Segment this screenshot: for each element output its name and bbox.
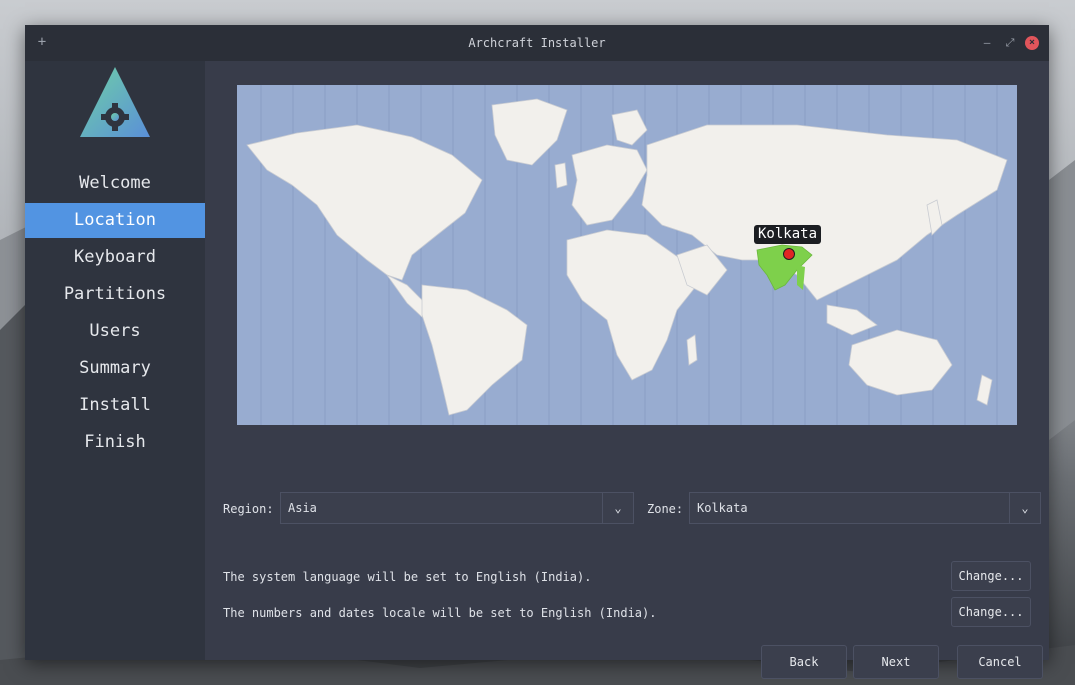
- main-panel: Kolkata Region: Asia ⌄ Zone: Kolkata ⌄ T…: [205, 61, 1049, 679]
- zone-select[interactable]: Kolkata ⌄: [689, 492, 1041, 524]
- back-button[interactable]: Back: [761, 645, 847, 679]
- minimize-icon[interactable]: –: [979, 35, 995, 51]
- change-locale-button[interactable]: Change...: [951, 597, 1031, 627]
- location-pin-icon[interactable]: [783, 248, 795, 260]
- language-info-text: The system language will be set to Engli…: [223, 570, 592, 584]
- cancel-button[interactable]: Cancel: [957, 645, 1043, 679]
- city-label: Kolkata: [754, 225, 822, 244]
- sidebar-item-finish: Finish: [84, 432, 146, 452]
- sidebar-item-users: Users: [89, 321, 141, 341]
- region-label: Region:: [223, 502, 274, 516]
- region-select[interactable]: Asia ⌄: [280, 492, 634, 524]
- window-title: Archcraft Installer: [468, 36, 606, 50]
- title-bar[interactable]: + Archcraft Installer – ⤢ ×: [25, 25, 1049, 61]
- numbers-locale-text: The numbers and dates locale will be set…: [223, 606, 657, 620]
- chevron-down-icon[interactable]: ⌄: [1009, 493, 1040, 523]
- zone-label: Zone:: [647, 502, 684, 516]
- timezone-map[interactable]: Kolkata: [237, 85, 1017, 425]
- zone-value: Kolkata: [697, 501, 748, 515]
- sidebar-item-welcome: Welcome: [79, 173, 151, 193]
- chevron-down-icon[interactable]: ⌄: [602, 493, 633, 523]
- sidebar-item-install: Install: [79, 395, 151, 415]
- sidebar-item-keyboard: Keyboard: [74, 247, 156, 267]
- sidebar-item-partitions: Partitions: [63, 284, 167, 304]
- world-map: [246, 85, 1008, 425]
- archcraft-logo-icon: [80, 67, 150, 137]
- next-button[interactable]: Next: [853, 645, 939, 679]
- change-language-button[interactable]: Change...: [951, 561, 1031, 591]
- installer-window: + Archcraft Installer – ⤢ × Welcome Loca…: [25, 25, 1049, 679]
- close-icon[interactable]: ×: [1025, 36, 1039, 50]
- maximize-icon[interactable]: ⤢: [1002, 35, 1018, 51]
- sidebar: Welcome Location Keyboard Partitions Use…: [25, 61, 205, 660]
- sidebar-item-summary: Summary: [79, 358, 151, 378]
- region-value: Asia: [288, 501, 317, 515]
- sidebar-item-location: Location: [25, 203, 205, 238]
